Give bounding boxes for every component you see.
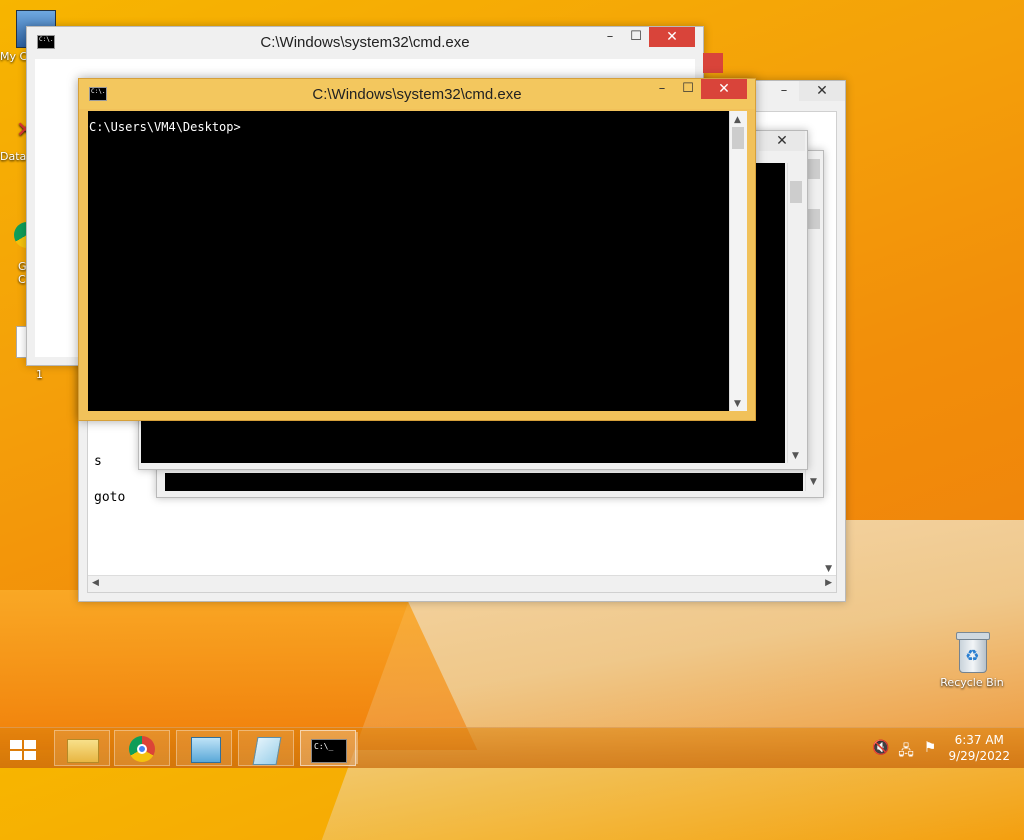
horizontal-scrollbar[interactable]: ◀ ▶ — [88, 575, 836, 592]
scrollbar-thumb[interactable] — [808, 159, 820, 179]
recycle-bin-label: Recycle Bin — [940, 676, 1004, 689]
start-button[interactable] — [0, 730, 48, 766]
network-icon[interactable]: 🖧 — [898, 740, 914, 759]
desktop-icon-recycle-bin[interactable]: Recycle Bin — [938, 632, 1006, 689]
recycle-bin-icon — [956, 632, 990, 673]
code-line: goto — [94, 490, 126, 505]
taskbar-notepad[interactable] — [238, 730, 294, 766]
vertical-scrollbar[interactable]: ▼ — [787, 163, 805, 463]
scroll-down-icon[interactable]: ▼ — [734, 399, 741, 409]
folder-icon — [67, 739, 99, 763]
scrollbar-thumb[interactable] — [790, 181, 802, 203]
vertical-scrollbar[interactable]: ▲ ▼ — [729, 111, 747, 411]
close-button[interactable]: ✕ — [649, 27, 695, 47]
cmd-icon: C:\_ — [311, 739, 347, 763]
close-button[interactable]: ✕ — [799, 81, 845, 101]
code-line: s — [94, 454, 102, 469]
chrome-icon — [129, 736, 155, 762]
command-prompt: C:\Users\VM4\Desktop> — [89, 120, 241, 134]
scroll-down-icon[interactable]: ▼ — [792, 451, 799, 461]
console-area[interactable]: C:\Users\VM4\Desktop> — [88, 111, 729, 411]
taskbar-control-panel[interactable] — [176, 730, 232, 766]
action-center-flag-icon[interactable]: ⚑ — [922, 740, 938, 756]
close-button[interactable]: ✕ — [759, 131, 805, 151]
cmd-window-front[interactable]: C:\Windows\system32\cmd.exe – ☐ ✕ C:\Use… — [78, 78, 756, 421]
control-panel-icon — [191, 737, 221, 763]
close-button[interactable]: ✕ — [701, 79, 747, 99]
maximize-button[interactable]: ☐ — [623, 27, 649, 47]
clock-date: 9/29/2022 — [948, 749, 1010, 763]
scroll-left-icon[interactable]: ◀ — [92, 578, 99, 588]
windows-logo-icon — [10, 740, 38, 760]
taskbar-chrome[interactable] — [114, 730, 170, 766]
scroll-up-icon[interactable]: ▲ — [734, 115, 741, 125]
taskbar: C:\_ 🔇 🖧 ⚑ 6:37 AM 9/29/2022 — [0, 727, 1024, 768]
close-button-sliver[interactable] — [703, 53, 723, 73]
minimize-button[interactable]: – — [771, 81, 797, 101]
clock-time: 6:37 AM — [954, 733, 1004, 747]
scroll-right-icon[interactable]: ▶ — [825, 578, 832, 588]
wallpaper-swoosh-2 — [0, 590, 478, 750]
clock[interactable]: 6:37 AM 9/29/2022 — [948, 732, 1010, 764]
speaker-muted-icon[interactable]: 🔇 — [872, 740, 889, 756]
desktop-icon-label: 1 — [36, 368, 43, 381]
scroll-down-icon[interactable]: ▼ — [810, 477, 817, 487]
scrollbar-thumb[interactable] — [808, 209, 820, 229]
minimize-button[interactable]: – — [649, 79, 675, 99]
maximize-button[interactable]: ☐ — [675, 79, 701, 99]
taskbar-divider — [356, 732, 358, 764]
console-area[interactable] — [165, 473, 803, 491]
taskbar-file-explorer[interactable] — [54, 730, 110, 766]
scrollbar-thumb[interactable] — [732, 127, 744, 149]
taskbar-cmd[interactable]: C:\_ — [300, 730, 356, 766]
minimize-button[interactable]: – — [597, 27, 623, 47]
notepad-icon — [252, 737, 282, 765]
scroll-down-icon[interactable]: ▼ — [825, 564, 832, 574]
